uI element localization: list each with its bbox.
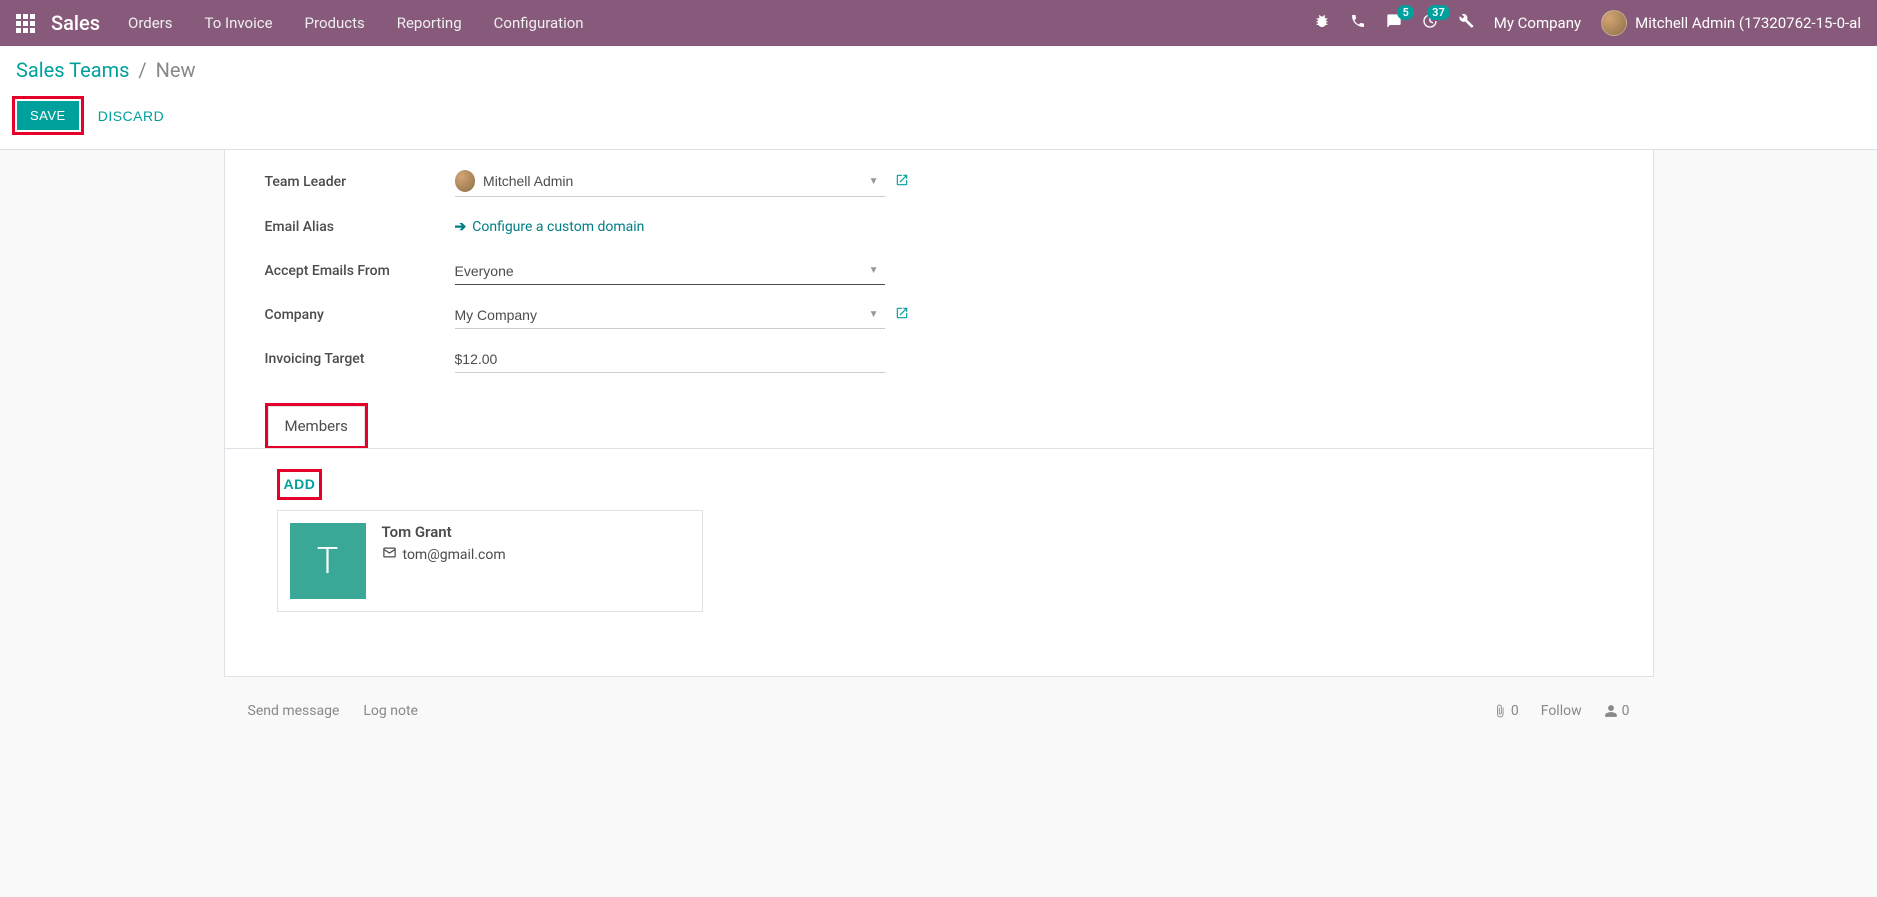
member-email: tom@gmail.com [382,545,506,564]
accept-emails-select[interactable]: ▼ [455,257,885,285]
arrow-right-icon: ➔ [455,219,467,235]
actions-row: SAVE DISCARD [0,82,1877,150]
user-name: Mitchell Admin (17320762-15-0-al [1635,14,1861,32]
add-highlight: ADD [277,469,323,500]
messages-icon[interactable]: 5 [1386,13,1402,33]
member-card[interactable]: T Tom Grant tom@gmail.com [277,510,703,612]
top-navbar: Sales Orders To Invoice Products Reporti… [0,0,1877,46]
field-email-alias: Email Alias ➔ Configure a custom domain [265,205,1629,249]
menu-to-invoice[interactable]: To Invoice [205,14,273,32]
field-company: Company ▼ [265,293,1629,337]
tools-icon[interactable] [1458,13,1474,33]
user-avatar [1601,10,1627,36]
invoicing-target-label: Invoicing Target [265,351,455,367]
followers-count[interactable]: 0 [1604,703,1630,719]
external-link-icon[interactable] [895,173,909,191]
timer-icon[interactable]: 37 [1422,13,1438,33]
timer-badge: 37 [1427,5,1450,20]
invoicing-target-input[interactable] [455,345,885,373]
menu-reporting[interactable]: Reporting [397,14,462,32]
team-leader-label: Team Leader [265,174,455,190]
members-panel: ADD T Tom Grant tom@gmail.com [265,449,1629,652]
accept-emails-value[interactable] [455,263,885,279]
field-accept-emails: Accept Emails From ▼ [265,249,1629,293]
add-member-button[interactable]: ADD [284,476,316,492]
company-selector[interactable]: My Company [1494,14,1581,32]
configure-domain-text: Configure a custom domain [472,219,644,235]
discard-button[interactable]: DISCARD [98,108,165,124]
team-leader-avatar [455,170,476,192]
apps-icon[interactable] [16,14,35,33]
email-alias-label: Email Alias [265,219,455,235]
email-alias-field: ➔ Configure a custom domain [455,213,885,241]
main-menu: Orders To Invoice Products Reporting Con… [128,14,584,32]
invoicing-target-value[interactable] [455,351,885,367]
app-brand[interactable]: Sales [51,11,100,35]
member-avatar: T [290,523,366,599]
team-leader-input[interactable]: ▼ [455,166,885,197]
phone-icon[interactable] [1350,13,1366,33]
attachments-number: 0 [1511,703,1519,719]
breadcrumb-row: Sales Teams / New [0,46,1877,82]
accept-emails-label: Accept Emails From [265,263,455,279]
save-highlight: SAVE [12,96,84,135]
attachments-count[interactable]: 0 [1493,703,1519,719]
follow-button[interactable]: Follow [1541,703,1582,719]
field-invoicing-target: Invoicing Target [265,337,1629,381]
envelope-icon [382,545,397,564]
form-sheet: Team Leader ▼ Email Alias ➔ Configure a … [224,150,1654,677]
company-label: Company [265,307,455,323]
menu-configuration[interactable]: Configuration [494,14,584,32]
team-leader-value[interactable] [483,173,884,189]
bug-icon[interactable] [1314,13,1330,33]
external-link-icon[interactable] [895,306,909,324]
members-tab-highlight: Members [265,403,368,448]
company-input[interactable]: ▼ [455,301,885,329]
save-button[interactable]: SAVE [17,101,79,130]
menu-products[interactable]: Products [305,14,365,32]
breadcrumb-root[interactable]: Sales Teams [16,58,129,82]
tab-members[interactable]: Members [268,406,365,446]
configure-domain-link[interactable]: ➔ Configure a custom domain [455,219,645,235]
user-menu[interactable]: Mitchell Admin (17320762-15-0-al [1601,10,1861,36]
member-email-text: tom@gmail.com [403,547,506,563]
followers-number: 0 [1622,703,1630,719]
tabs: Members [225,403,1653,449]
messages-badge: 5 [1397,5,1413,20]
log-note-link[interactable]: Log note [363,703,418,719]
menu-orders[interactable]: Orders [128,14,173,32]
send-message-link[interactable]: Send message [248,703,340,719]
chatter: Send message Log note 0 Follow 0 [224,695,1654,727]
member-name: Tom Grant [382,523,506,541]
member-info: Tom Grant tom@gmail.com [382,523,506,564]
breadcrumb: Sales Teams / New [16,58,1861,82]
field-team-leader: Team Leader ▼ [265,158,1629,205]
company-value[interactable] [455,307,885,323]
breadcrumb-separator: / [138,58,146,82]
breadcrumb-current: New [156,58,196,82]
